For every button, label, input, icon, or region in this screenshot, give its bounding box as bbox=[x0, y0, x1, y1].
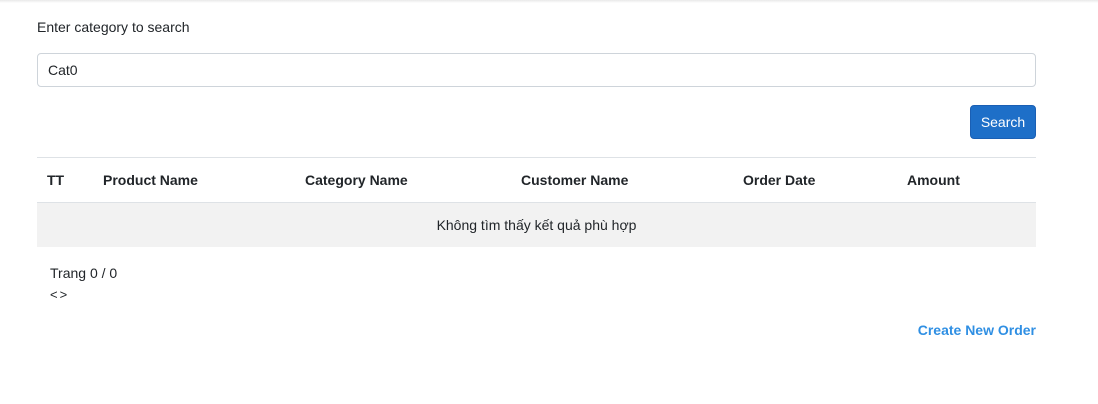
column-header-amount: Amount bbox=[907, 172, 960, 188]
column-header-customer-name: Customer Name bbox=[521, 172, 629, 188]
column-header-product-name: Product Name bbox=[103, 172, 198, 188]
create-new-order-link[interactable]: Create New Order bbox=[918, 322, 1036, 338]
column-header-category-name: Category Name bbox=[305, 172, 408, 188]
pagination: Trang 0 / 0 <> bbox=[50, 264, 117, 304]
orders-table: TT Product Name Category Name Customer N… bbox=[37, 157, 1036, 247]
top-shadow bbox=[0, 0, 1098, 3]
previous-page-button[interactable]: < bbox=[50, 287, 60, 302]
column-header-tt: TT bbox=[47, 172, 65, 188]
table-header-row: TT Product Name Category Name Customer N… bbox=[37, 157, 1036, 203]
page-indicator: Trang 0 / 0 bbox=[50, 265, 118, 281]
empty-results-message: Không tìm thấy kết quả phù hợp bbox=[436, 216, 637, 233]
next-page-button[interactable]: > bbox=[60, 287, 70, 302]
table-row: Không tìm thấy kết quả phù hợp bbox=[37, 202, 1036, 247]
page-nav: <> bbox=[50, 286, 117, 304]
search-button[interactable]: Search bbox=[970, 105, 1036, 139]
category-search-input[interactable] bbox=[37, 53, 1036, 87]
column-header-order-date: Order Date bbox=[743, 172, 816, 188]
search-label: Enter category to search bbox=[37, 19, 190, 35]
